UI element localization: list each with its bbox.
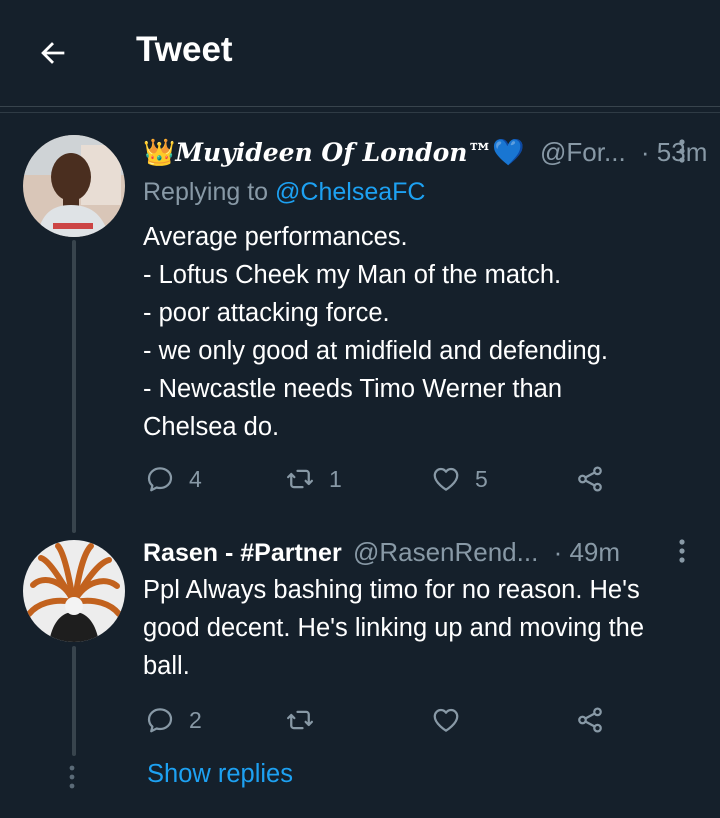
arrow-left-icon[interactable] <box>36 36 70 70</box>
tweet-header: 👑Muyideen Of London™💙 @For... · 53m <box>143 137 707 173</box>
retweet-button[interactable]: 1 <box>285 462 342 496</box>
retweet-count: 1 <box>329 465 342 492</box>
share-icon <box>578 466 602 492</box>
thread-line <box>72 646 76 756</box>
tweet-actions: 4 1 5 <box>143 462 623 496</box>
heart-icon <box>433 708 459 732</box>
reply-count: 4 <box>189 465 202 492</box>
avatar[interactable] <box>23 540 125 642</box>
thread-line <box>72 240 76 533</box>
tweet-text: Average performances. - Loftus Cheek my … <box>143 218 713 446</box>
tweet-line: - Loftus Cheek my Man of the match. <box>143 261 562 289</box>
reply-button[interactable]: 2 <box>145 703 202 737</box>
reply-button[interactable]: 4 <box>145 462 202 496</box>
tweet-line: Average performances. <box>143 223 408 251</box>
display-name[interactable]: Muyideen Of London™ <box>175 138 492 167</box>
tweet-line: - Newcastle needs Timo Werner than <box>143 375 563 403</box>
reply-icon <box>147 467 173 492</box>
user-handle[interactable]: @For... <box>540 137 626 167</box>
avatar[interactable] <box>23 135 125 237</box>
divider <box>0 112 720 113</box>
thread-dots-icon <box>69 765 75 789</box>
reply-count: 2 <box>189 706 202 733</box>
timestamp[interactable]: · 49m <box>554 537 620 567</box>
tweet-line: good decent. He's linking up and moving … <box>143 614 645 642</box>
retweet-button[interactable] <box>285 703 329 737</box>
replying-to-label: Replying to <box>143 178 269 206</box>
reply-icon <box>147 708 173 733</box>
display-name[interactable]: Rasen - #Partner <box>143 539 342 567</box>
share-icon <box>578 707 602 733</box>
tweet-line: ball. <box>143 652 190 680</box>
share-button[interactable] <box>575 462 605 496</box>
blue-heart-emoji: 💙 <box>492 137 525 167</box>
reply-to-link[interactable]: @ChelseaFC <box>275 178 425 206</box>
like-button[interactable] <box>431 703 475 737</box>
share-button[interactable] <box>575 703 605 737</box>
like-count: 5 <box>475 465 488 492</box>
retweet-icon <box>287 469 313 489</box>
user-handle[interactable]: @RasenRend... <box>353 537 538 567</box>
retweet-icon <box>287 710 313 730</box>
tweet-line: - poor attacking force. <box>143 299 390 327</box>
more-options-icon[interactable] <box>677 138 687 164</box>
tweet-line: - we only good at midfield and defending… <box>143 337 608 365</box>
heart-icon <box>433 467 459 491</box>
replying-to: Replying to @ChelseaFC <box>143 178 425 207</box>
page-title: Tweet <box>136 30 233 69</box>
tweet-line: Chelsea do. <box>143 413 280 441</box>
tweet-text: Ppl Always bashing timo for no reason. H… <box>143 571 713 685</box>
tweet-actions: 2 <box>143 703 623 737</box>
crown-emoji: 👑 <box>143 137 176 167</box>
more-options-icon[interactable] <box>677 538 687 564</box>
top-bar: Tweet <box>0 0 720 107</box>
timestamp[interactable]: · 53m <box>641 137 707 167</box>
like-button[interactable]: 5 <box>431 462 488 496</box>
tweet-header: Rasen - #Partner @RasenRend... · 49m <box>143 537 620 573</box>
tweet-line: Ppl Always bashing timo for no reason. H… <box>143 576 640 604</box>
show-replies-link[interactable]: Show replies <box>147 760 293 789</box>
